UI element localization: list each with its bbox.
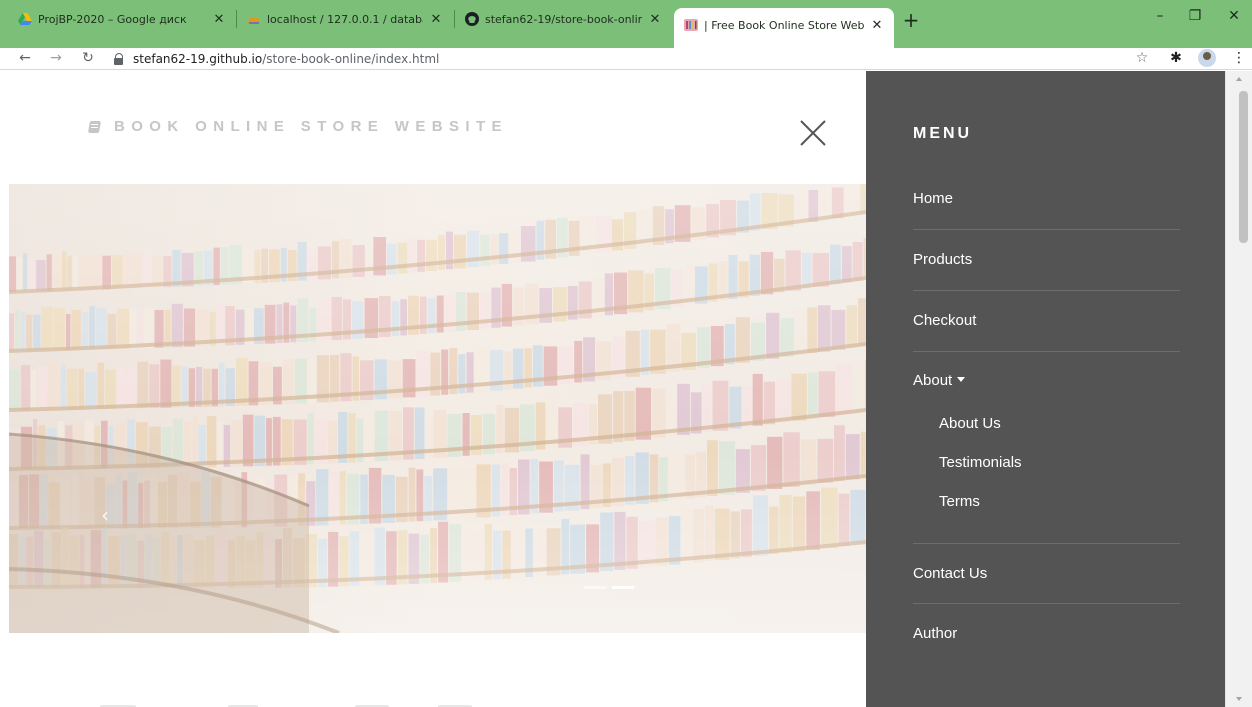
- url-path: /store-book-online/index.html: [262, 52, 440, 66]
- tab-github[interactable]: stefan62-19/store-book-online ✕: [455, 4, 672, 34]
- browser-menu-icon[interactable]: ⋮: [1229, 50, 1249, 66]
- carousel-prev-arrow-icon[interactable]: ‹: [101, 503, 109, 527]
- menu-item-about[interactable]: About: [913, 372, 1180, 389]
- carousel-indicators: [584, 586, 634, 589]
- tab-title: ProjBP-2020 – Google диск: [38, 12, 187, 26]
- hero-image-library-shelves: [9, 184, 866, 633]
- submenu-item-testimonials[interactable]: Testimonials: [939, 454, 1022, 471]
- tab-phpmyadmin[interactable]: localhost / 127.0.0.1 / databasen ✕: [237, 4, 453, 34]
- carousel-indicator-active[interactable]: [612, 586, 634, 589]
- carousel-indicator[interactable]: [584, 586, 606, 589]
- brand-text: BOOK ONLINE STORE WEBSITE: [114, 118, 508, 135]
- lock-icon: [114, 53, 124, 65]
- page-viewport: BOOK ONLINE STORE WEBSITE ‹ MENU Home Pr…: [0, 71, 1252, 707]
- book-favicon-icon: [684, 18, 698, 32]
- menu-item-products[interactable]: Products: [913, 251, 1180, 268]
- menu-divider: [913, 290, 1180, 291]
- tab-google-drive[interactable]: ProjBP-2020 – Google диск ✕: [8, 4, 236, 34]
- menu-item-checkout[interactable]: Checkout: [913, 312, 1180, 329]
- tab-title: | Free Book Online Store Website: [704, 18, 864, 32]
- close-menu-button[interactable]: [798, 118, 828, 148]
- menu-divider: [913, 603, 1180, 604]
- close-tab-icon[interactable]: ✕: [870, 18, 884, 33]
- phpmyadmin-icon: [247, 12, 261, 26]
- reload-icon[interactable]: ↻: [79, 50, 97, 66]
- close-tab-icon[interactable]: ✕: [429, 12, 443, 27]
- back-arrow-icon[interactable]: ←: [16, 50, 34, 66]
- close-window-icon[interactable]: ✕: [1224, 8, 1244, 24]
- tab-title: stefan62-19/store-book-online: [485, 12, 642, 26]
- close-tab-icon[interactable]: ✕: [212, 12, 226, 27]
- url-host: stefan62-19.github.io: [133, 52, 263, 66]
- menu-item-author[interactable]: Author: [913, 625, 1180, 642]
- close-tab-icon[interactable]: ✕: [648, 12, 662, 27]
- extensions-puzzle-icon[interactable]: ✱: [1166, 50, 1186, 66]
- scroll-up-arrow-icon[interactable]: [1236, 77, 1242, 81]
- github-icon: [465, 12, 479, 26]
- scrollbar-thumb[interactable]: [1239, 91, 1248, 243]
- browser-toolbar: ← → ↻ stefan62-19.github.io/store-book-o…: [0, 48, 1252, 70]
- menu-item-contact-us[interactable]: Contact Us: [913, 565, 1180, 582]
- menu-divider: [913, 229, 1180, 230]
- caret-down-icon: [957, 376, 966, 382]
- submenu-item-terms[interactable]: Terms: [939, 493, 980, 510]
- site-brand[interactable]: BOOK ONLINE STORE WEBSITE: [88, 118, 508, 135]
- menu-item-about-label: About: [913, 372, 953, 389]
- book-icon: [88, 120, 102, 134]
- google-drive-icon: [18, 12, 32, 26]
- page-scrollbar[interactable]: [1225, 71, 1252, 707]
- tab-book-store[interactable]: | Free Book Online Store Website ✕: [674, 8, 894, 48]
- menu-divider: [913, 543, 1180, 544]
- browser-tabstrip: ProjBP-2020 – Google диск ✕ localhost / …: [0, 0, 1252, 48]
- minimize-window-icon[interactable]: –: [1150, 8, 1170, 24]
- side-menu: MENU Home Products Checkout About About …: [866, 71, 1225, 707]
- menu-item-home[interactable]: Home: [913, 190, 1180, 207]
- close-icon: [800, 120, 826, 146]
- address-bar[interactable]: stefan62-19.github.io/store-book-online/…: [114, 50, 439, 68]
- menu-title: MENU: [913, 125, 973, 142]
- new-tab-button[interactable]: +: [900, 10, 922, 30]
- restore-window-icon[interactable]: ❐: [1185, 8, 1205, 24]
- scroll-down-arrow-icon[interactable]: [1236, 697, 1242, 701]
- submenu-item-about-us[interactable]: About Us: [939, 415, 1001, 432]
- forward-arrow-icon[interactable]: →: [47, 50, 65, 66]
- bookmark-star-icon[interactable]: ☆: [1132, 50, 1152, 66]
- tab-title: localhost / 127.0.0.1 / databasen: [267, 12, 423, 26]
- hero-carousel: ‹: [9, 184, 866, 633]
- menu-divider: [913, 351, 1180, 352]
- profile-avatar[interactable]: [1198, 49, 1216, 67]
